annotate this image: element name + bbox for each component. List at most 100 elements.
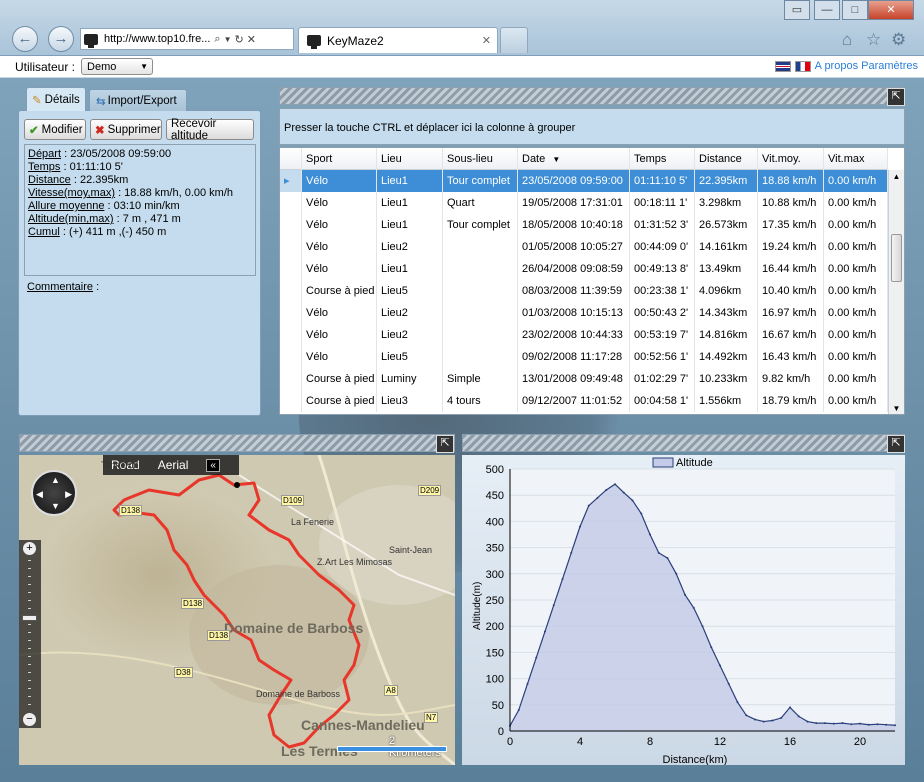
table-row[interactable]: Course à pied Luminy Simple 13/01/2008 09:4… bbox=[280, 368, 888, 390]
about-settings-links[interactable]: A propos Paramètres bbox=[815, 60, 918, 72]
get-altitude-button[interactable]: Recevoir altitude bbox=[166, 118, 254, 142]
modify-label: Modifier bbox=[41, 123, 83, 136]
altitude-point bbox=[666, 557, 669, 560]
map-place-label: Saint-Jean bbox=[389, 545, 433, 555]
table-row[interactable]: Vélo Lieu2 01/05/2008 10:05:27 00:44:09 0' 1… bbox=[280, 236, 888, 258]
delete-button[interactable]: ✖ Supprimer bbox=[90, 119, 162, 140]
cell-vit-moy: 10.88 km/h bbox=[758, 192, 824, 214]
close-window-button[interactable]: ✕ bbox=[868, 0, 914, 20]
restore-window-button[interactable]: — bbox=[814, 0, 840, 20]
scroll-thumb[interactable] bbox=[891, 234, 902, 282]
col-vit-moy[interactable]: Vit.moy. bbox=[758, 148, 824, 170]
comment-box[interactable]: Commentaire : bbox=[24, 278, 256, 410]
pan-down-icon[interactable]: ▼ bbox=[51, 501, 60, 511]
table-row[interactable]: Vélo Lieu1 26/04/2008 09:08:59 00:49:13 8' 1… bbox=[280, 258, 888, 280]
table-row[interactable]: Course à pied Lieu3 4 tours 09/12/2007 11:0… bbox=[280, 390, 888, 412]
table-row[interactable]: Course à pied Lieu5 08/03/2008 11:39:59 00:… bbox=[280, 280, 888, 302]
altitude-point bbox=[780, 716, 783, 719]
cell-distance: 14.492km bbox=[695, 346, 758, 368]
map-place-label: La Fenerie bbox=[291, 517, 335, 527]
refresh-icon[interactable]: ↻ bbox=[234, 33, 243, 46]
uk-flag-icon[interactable] bbox=[774, 60, 791, 72]
zoom-in-icon[interactable]: + bbox=[23, 542, 36, 555]
new-tab-button[interactable] bbox=[500, 27, 528, 53]
col-vit-max[interactable]: Vit.max bbox=[824, 148, 888, 170]
altitude-point bbox=[850, 723, 853, 726]
row-indicator bbox=[280, 236, 302, 258]
checkmark-icon: ✔ bbox=[29, 124, 39, 137]
home-icon[interactable]: ⌂ bbox=[842, 30, 852, 50]
pan-right-icon[interactable]: ▶ bbox=[65, 489, 72, 500]
altitude-point bbox=[824, 722, 826, 725]
cell-vit-moy: 16.43 km/h bbox=[758, 346, 824, 368]
col-lieu[interactable]: Lieu bbox=[377, 148, 443, 170]
col-sport[interactable]: Sport bbox=[302, 148, 377, 170]
col-distance[interactable]: Distance bbox=[695, 148, 758, 170]
col-temps[interactable]: Temps bbox=[630, 148, 695, 170]
cell-sous-lieu bbox=[443, 258, 518, 280]
tab-import-export[interactable]: ⇆ Import/Export bbox=[89, 89, 187, 111]
cell-temps: 01:31:52 3' bbox=[630, 214, 695, 236]
back-button[interactable]: ← bbox=[12, 26, 38, 52]
zoom-control[interactable]: + − bbox=[19, 540, 41, 728]
group-hint-text: Presser la touche CTRL et déplacer ici l… bbox=[284, 122, 576, 134]
pan-control[interactable]: ▲ ▼ ◀ ▶ bbox=[31, 470, 77, 516]
legend-label: Altitude bbox=[676, 457, 713, 469]
table-row[interactable]: Vélo Lieu1 Tour complet 18/05/2008 10:40:18… bbox=[280, 214, 888, 236]
cell-date: 26/04/2008 09:08:59 bbox=[518, 258, 630, 280]
minimize-window-button[interactable]: ▭ bbox=[784, 0, 810, 20]
dropdown-icon[interactable]: ▼ bbox=[224, 35, 232, 44]
cell-date: 13/01/2008 09:49:48 bbox=[518, 368, 630, 390]
zoom-thumb[interactable] bbox=[22, 615, 37, 621]
close-tab-icon[interactable]: ✕ bbox=[482, 34, 491, 47]
table-row[interactable]: Vélo Lieu5 09/02/2008 11:17:28 00:52:56 1' 1… bbox=[280, 346, 888, 368]
user-select[interactable]: Demo ▼ bbox=[81, 58, 154, 75]
table-row[interactable]: Vélo Lieu2 01/03/2008 10:15:13 00:50:43 2' 1… bbox=[280, 302, 888, 324]
scroll-down-icon[interactable]: ▼ bbox=[889, 402, 904, 414]
table-row[interactable]: Vélo Lieu2 23/02/2008 10:44:33 00:53:19 7' 1… bbox=[280, 324, 888, 346]
france-flag-icon[interactable] bbox=[794, 60, 811, 72]
edit-notepad-icon: ✎ bbox=[32, 94, 42, 107]
col-date[interactable]: Date ▼ bbox=[518, 148, 630, 170]
stop-icon[interactable]: ✕ bbox=[247, 33, 256, 46]
zoom-track[interactable] bbox=[28, 560, 31, 710]
chart-expand-icon[interactable]: ⇱ bbox=[887, 435, 905, 453]
gear-icon[interactable]: ⚙ bbox=[891, 30, 906, 50]
favorites-star-icon[interactable]: ☆ bbox=[866, 30, 881, 50]
pan-left-icon[interactable]: ◀ bbox=[36, 489, 43, 500]
zoom-out-icon[interactable]: − bbox=[23, 713, 36, 726]
import-export-icon: ⇆ bbox=[96, 95, 106, 108]
url-text: http://www.top10.fre... bbox=[104, 33, 211, 45]
cell-temps: 00:52:56 1' bbox=[630, 346, 695, 368]
cell-date: 09/02/2008 11:17:28 bbox=[518, 346, 630, 368]
maximize-window-button[interactable]: □ bbox=[842, 0, 868, 20]
cell-sous-lieu: Tour complet bbox=[443, 170, 518, 192]
search-icon[interactable]: ⌕ bbox=[214, 33, 220, 46]
pan-up-icon[interactable]: ▲ bbox=[51, 475, 60, 485]
altitude-point bbox=[657, 551, 660, 554]
modify-button[interactable]: ✔ Modifier bbox=[24, 119, 86, 140]
group-hint-area[interactable]: Presser la touche CTRL et déplacer ici l… bbox=[279, 108, 905, 145]
user-label: Utilisateur : bbox=[15, 59, 76, 74]
route-map[interactable]: Road Aerial « ▲ ▼ ◀ ▶ + − La Fenerie Sain… bbox=[19, 455, 455, 765]
altitude-point bbox=[701, 625, 704, 628]
scroll-up-icon[interactable]: ▲ bbox=[889, 170, 904, 184]
tab-keymaze2[interactable]: KeyMaze2 ✕ bbox=[298, 27, 498, 53]
cell-lieu: Luminy bbox=[377, 368, 443, 390]
detail-row: Cumul : (+) 411 m ,(-) 450 m bbox=[28, 226, 167, 238]
tab-details[interactable]: ✎ Détails bbox=[26, 87, 86, 111]
table-row[interactable]: Vélo Lieu1 Quart 19/05/2008 17:31:01 00:18:1… bbox=[280, 192, 888, 214]
map-expand-icon[interactable]: ⇱ bbox=[436, 435, 454, 453]
address-bar[interactable]: http://www.top10.fre... ⌕ ▼ ↻ ✕ bbox=[80, 28, 294, 50]
table-scrollbar[interactable]: ▲ ▼ bbox=[888, 170, 904, 414]
grid-expand-icon[interactable]: ⇱ bbox=[887, 88, 905, 106]
map-mode-aerial[interactable]: Aerial bbox=[158, 458, 189, 472]
forward-button[interactable]: → bbox=[48, 26, 74, 52]
y-tick-label: 0 bbox=[498, 726, 504, 738]
table-row[interactable]: ▸ Vélo Lieu1 Tour complet 23/05/2008 09:59:0… bbox=[280, 170, 888, 192]
row-indicator bbox=[280, 346, 302, 368]
collapse-icon[interactable]: « bbox=[206, 458, 220, 472]
col-sous-lieu[interactable]: Sous-lieu bbox=[443, 148, 518, 170]
y-tick-label: 300 bbox=[486, 569, 504, 581]
scale-bar bbox=[337, 746, 447, 752]
